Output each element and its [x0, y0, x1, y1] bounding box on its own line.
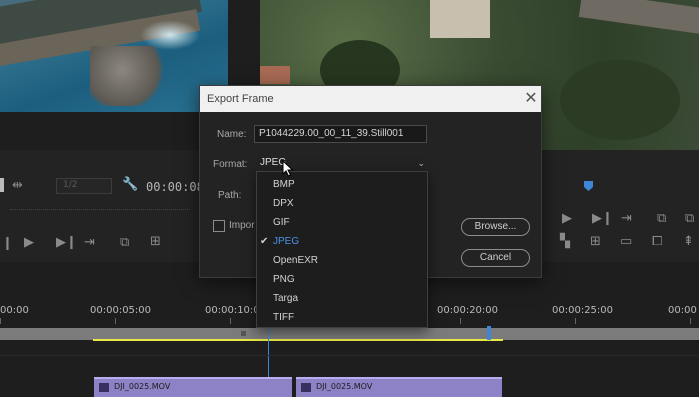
- browse-button[interactable]: Browse...: [461, 218, 530, 236]
- lift-icon[interactable]: ⧉: [657, 211, 666, 226]
- source-scrub-ticks[interactable]: [0, 206, 199, 214]
- format-option-targa[interactable]: Targa: [257, 289, 427, 308]
- format-option-openexr[interactable]: OpenEXR: [257, 251, 427, 270]
- source-monitor: [0, 0, 228, 112]
- format-option-jpeg[interactable]: ✔ JPEG: [257, 232, 427, 251]
- format-option-label: TIFF: [273, 312, 295, 323]
- landscape-trees: [560, 60, 680, 140]
- overwrite-icon[interactable]: ⊞: [150, 234, 161, 249]
- source-timecode[interactable]: 00:00:08: [146, 180, 204, 194]
- format-option-label: JPEG: [273, 236, 300, 247]
- dialog-title: Export Frame: [207, 93, 274, 105]
- in-point-marker[interactable]: [487, 326, 491, 340]
- track-divider: [0, 355, 699, 356]
- landscape-rocks: [90, 46, 170, 106]
- chevron-down-icon: ⌄: [417, 158, 425, 168]
- ruler-label: 00:00:20:00: [437, 305, 499, 316]
- mouse-cursor-icon: [282, 160, 294, 177]
- zoom-select[interactable]: 1/2: [56, 178, 112, 194]
- format-option-label: GIF: [273, 217, 290, 228]
- checkmark-icon: ✔: [260, 236, 269, 247]
- button-editor-icon[interactable]: ⇞: [683, 234, 694, 249]
- format-option-tiff[interactable]: TIFF: [257, 308, 427, 327]
- work-area-grip[interactable]: [241, 331, 246, 336]
- ruler-tick: [460, 318, 461, 324]
- landscape-roof: [260, 66, 290, 84]
- name-field[interactable]: P1044229.00_00_11_39.Still001: [254, 125, 427, 143]
- render-status-bar: [93, 339, 503, 341]
- extract-icon[interactable]: ⧉: [685, 211, 694, 226]
- go-to-out-icon[interactable]: ⇥: [84, 235, 95, 250]
- path-label: Path:: [218, 190, 242, 201]
- ruler-tick: [575, 318, 576, 324]
- format-dropdown-list: BMP DPX GIF ✔ JPEG OpenEXR PNG Targa TIFF: [256, 171, 428, 328]
- ruler-tick: [115, 318, 116, 324]
- mark-indicator: [0, 178, 4, 192]
- format-option-gif[interactable]: GIF: [257, 213, 427, 232]
- export-frame-icon[interactable]: ⊞: [590, 234, 601, 249]
- ruler-label: 00:00: [0, 305, 29, 316]
- format-label: Format:: [213, 159, 248, 170]
- play-icon[interactable]: ▶: [24, 235, 34, 250]
- video-clip[interactable]: DJI_0025.MOV: [296, 377, 502, 397]
- format-option-label: DPX: [273, 198, 294, 209]
- cancel-button[interactable]: Cancel: [461, 249, 530, 267]
- format-option-label: Targa: [273, 293, 299, 304]
- fx-badge-icon: [301, 383, 311, 392]
- go-to-out-icon[interactable]: ⇥: [621, 211, 632, 226]
- step-marker-icon[interactable]: ⇹: [12, 178, 23, 193]
- fx-badge-icon: [99, 383, 109, 392]
- ruler-tick: [230, 318, 231, 324]
- import-checkbox[interactable]: [213, 220, 225, 232]
- landscape-road: [578, 0, 699, 35]
- ruler-label: 00:00:05:00: [90, 305, 152, 316]
- ruler-tick: [0, 318, 1, 324]
- landscape-surf: [140, 20, 200, 50]
- dialog-titlebar[interactable]: Export Frame ✕: [200, 86, 541, 112]
- zoom-value: 1/2: [63, 180, 78, 190]
- step-forward-icon[interactable]: ▶❙: [56, 235, 77, 250]
- format-option-png[interactable]: PNG: [257, 270, 427, 289]
- landscape-building: [430, 0, 490, 38]
- close-icon[interactable]: ✕: [523, 89, 539, 107]
- format-option-dpx[interactable]: DPX: [257, 194, 427, 213]
- ruler-label: 00:00:25:00: [552, 305, 614, 316]
- ruler-label: 00:00: [668, 305, 697, 316]
- import-label: Impor: [229, 220, 255, 231]
- ruler-tick: [690, 318, 691, 324]
- format-option-bmp[interactable]: BMP: [257, 175, 427, 194]
- format-option-label: PNG: [273, 274, 295, 285]
- format-option-label: OpenEXR: [273, 255, 319, 266]
- safe-margins-icon[interactable]: ▭: [620, 234, 632, 249]
- clip-label: DJI_0025.MOV: [114, 382, 171, 391]
- wrench-icon[interactable]: 🔧: [122, 177, 138, 192]
- mark-out-icon[interactable]: ❙: [2, 236, 13, 251]
- insert-icon[interactable]: ⧉: [120, 235, 129, 250]
- play-icon[interactable]: ▶: [562, 211, 572, 226]
- name-label: Name:: [217, 129, 247, 140]
- trim-icon[interactable]: ▚: [560, 234, 570, 249]
- format-option-label: BMP: [273, 179, 295, 190]
- step-forward-icon[interactable]: ▶❙: [592, 211, 613, 226]
- clip-label: DJI_0025.MOV: [316, 382, 373, 391]
- comparison-view-icon[interactable]: ⧠: [652, 234, 662, 249]
- video-clip[interactable]: DJI_0025.MOV: [94, 377, 292, 397]
